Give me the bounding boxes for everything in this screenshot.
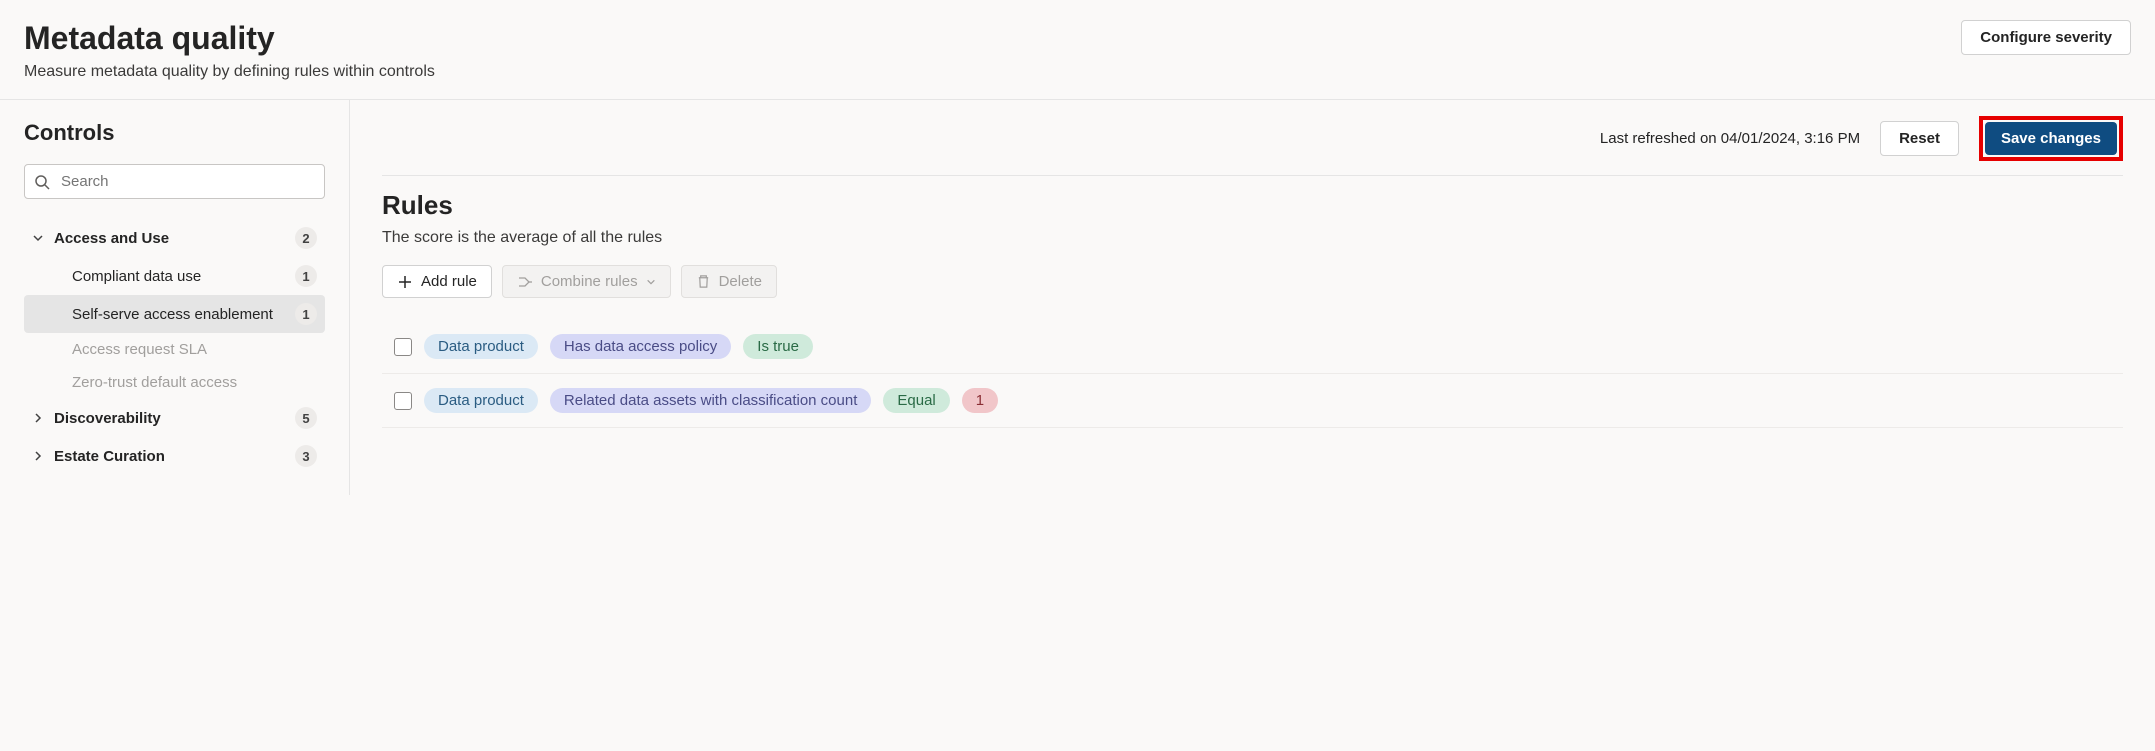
rule-condition-pill[interactable]: Equal (883, 388, 949, 413)
tree-group-label: Estate Curation (54, 448, 287, 465)
save-highlight: Save changes (1979, 116, 2123, 161)
tree-group-estate-curation[interactable]: Estate Curation 3 (24, 437, 325, 475)
search-input[interactable] (24, 164, 325, 199)
controls-title: Controls (24, 120, 325, 146)
tree-group-label: Access and Use (54, 230, 287, 247)
delete-rule-label: Delete (719, 273, 762, 290)
page-header: Metadata quality Measure metadata qualit… (0, 0, 2155, 100)
tree-item-label: Zero-trust default access (72, 374, 317, 391)
tree-group-access-and-use[interactable]: Access and Use 2 (24, 219, 325, 257)
add-rule-button[interactable]: Add rule (382, 265, 492, 298)
combine-icon (517, 274, 533, 290)
rule-checkbox[interactable] (394, 392, 412, 410)
save-changes-button[interactable]: Save changes (1985, 122, 2117, 155)
tree-group-discoverability[interactable]: Discoverability 5 (24, 399, 325, 437)
rule-checkbox[interactable] (394, 338, 412, 356)
rules-section: Rules The score is the average of all th… (382, 190, 2123, 428)
rule-row: Data product Related data assets with cl… (382, 374, 2123, 428)
tree-group-count: 2 (295, 227, 317, 249)
delete-rule-button: Delete (681, 265, 777, 298)
rule-entity-pill[interactable]: Data product (424, 388, 538, 413)
reset-button[interactable]: Reset (1880, 121, 1959, 156)
search-icon (34, 174, 50, 190)
last-refreshed-text: Last refreshed on 04/01/2024, 3:16 PM (1600, 130, 1860, 147)
rule-attribute-pill[interactable]: Related data assets with classification … (550, 388, 872, 413)
rule-value-pill[interactable]: 1 (962, 388, 998, 413)
chevron-down-icon (646, 277, 656, 287)
rules-description: The score is the average of all the rule… (382, 229, 2123, 247)
tree-item-compliant-data-use[interactable]: Compliant data use 1 (24, 257, 325, 295)
trash-icon (696, 274, 711, 289)
rules-title: Rules (382, 190, 2123, 221)
tree-group-count: 3 (295, 445, 317, 467)
tree-item-label: Self-serve access enablement (72, 306, 287, 323)
configure-severity-button[interactable]: Configure severity (1961, 20, 2131, 55)
controls-sidebar: Controls Access and Use 2 Compliant data… (0, 100, 350, 495)
chevron-right-icon (32, 450, 46, 462)
page-subtitle: Measure metadata quality by defining rul… (24, 63, 435, 81)
main-layout: Controls Access and Use 2 Compliant data… (0, 100, 2155, 495)
tree-item-self-serve-access[interactable]: Self-serve access enablement 1 (24, 295, 325, 333)
header-left: Metadata quality Measure metadata qualit… (24, 20, 435, 81)
plus-icon (397, 274, 413, 290)
rule-row: Data product Has data access policy Is t… (382, 320, 2123, 374)
content-area: Last refreshed on 04/01/2024, 3:16 PM Re… (350, 100, 2155, 495)
rule-entity-pill[interactable]: Data product (424, 334, 538, 359)
tree-item-label: Compliant data use (72, 268, 287, 285)
rule-attribute-pill[interactable]: Has data access policy (550, 334, 731, 359)
tree-item-zero-trust: Zero-trust default access (24, 366, 325, 399)
tree-group-label: Discoverability (54, 410, 287, 427)
page-title: Metadata quality (24, 20, 435, 57)
chevron-down-icon (32, 232, 46, 244)
tree-item-label: Access request SLA (72, 341, 317, 358)
tree-item-access-request-sla: Access request SLA (24, 333, 325, 366)
content-topbar: Last refreshed on 04/01/2024, 3:16 PM Re… (382, 116, 2123, 176)
tree-group-count: 5 (295, 407, 317, 429)
tree-item-count: 1 (295, 303, 317, 325)
search-wrap (24, 164, 325, 199)
tree-item-count: 1 (295, 265, 317, 287)
rules-actions: Add rule Combine rules Delete (382, 265, 2123, 298)
add-rule-label: Add rule (421, 273, 477, 290)
combine-rules-button: Combine rules (502, 265, 671, 298)
combine-rules-label: Combine rules (541, 273, 638, 290)
chevron-right-icon (32, 412, 46, 424)
rule-condition-pill[interactable]: Is true (743, 334, 813, 359)
